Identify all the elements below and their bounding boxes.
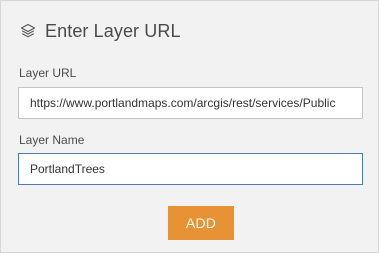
add-button[interactable]: ADD bbox=[168, 206, 234, 240]
layers-icon bbox=[20, 23, 36, 39]
panel-header: Enter Layer URL bbox=[20, 19, 181, 43]
layer-name-label: Layer Name bbox=[19, 133, 85, 147]
dialog-title: Enter Layer URL bbox=[45, 20, 181, 41]
layer-url-input[interactable] bbox=[18, 87, 363, 119]
layer-name-input[interactable] bbox=[18, 153, 363, 185]
add-layer-panel: Enter Layer URL Layer URL Layer Name ADD bbox=[0, 0, 379, 253]
layer-url-label: Layer URL bbox=[19, 66, 77, 80]
